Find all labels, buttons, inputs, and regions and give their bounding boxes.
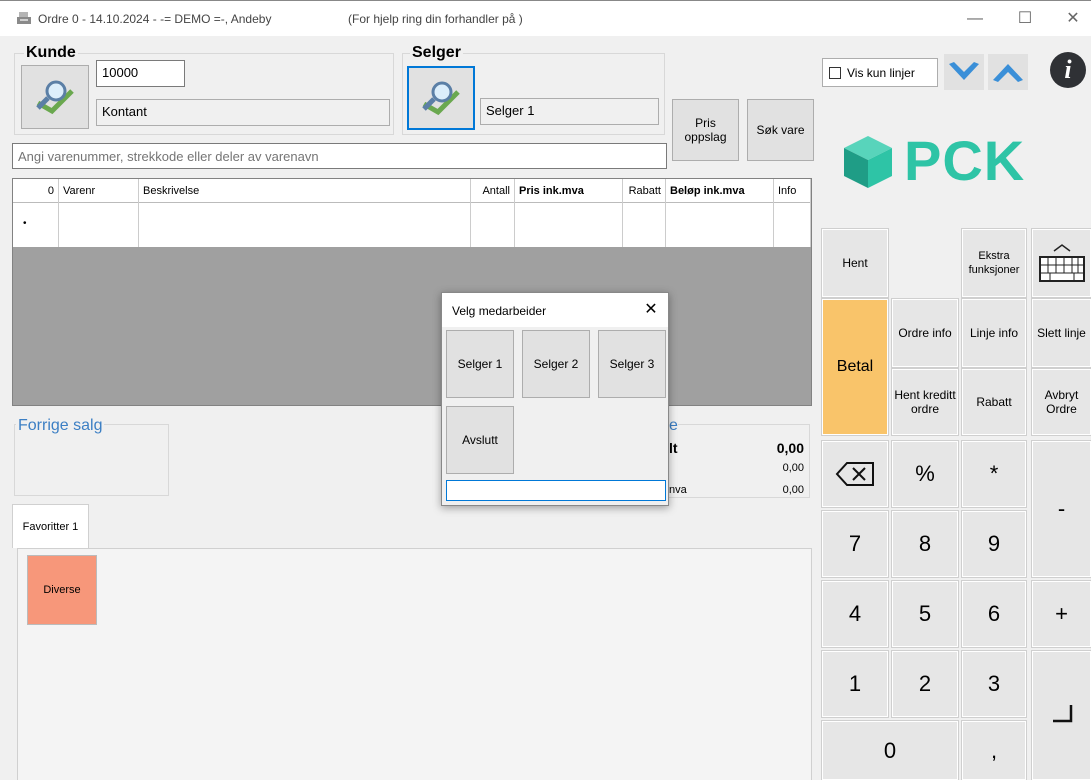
delete-line-button[interactable]: Slett linje (1031, 298, 1091, 368)
vat-label: nva (669, 484, 687, 496)
table-row[interactable]: • (13, 203, 811, 247)
minimize-button[interactable]: — (960, 7, 990, 31)
dialog-title: Velg medarbeider (452, 304, 547, 318)
seller-1-button[interactable]: Selger 1 (446, 330, 514, 398)
col-antall[interactable]: Antall (471, 179, 515, 203)
order-info-button[interactable]: Ordre info (891, 298, 959, 368)
seller-3-button[interactable]: Selger 3 (598, 330, 666, 398)
cancel-order-button[interactable]: Avbryt Ordre (1031, 368, 1091, 436)
customer-search-button[interactable] (21, 65, 89, 129)
col-belop[interactable]: Beløp ink.mva (666, 179, 774, 203)
grid-header: 0 Varenr Beskrivelse Antall Pris ink.mva… (13, 179, 811, 203)
price-lookup-button[interactable]: Pris oppslag (672, 99, 739, 161)
enter-key[interactable] (1031, 650, 1091, 780)
finish-button[interactable]: Avslutt (446, 406, 514, 474)
hent-button[interactable]: Hent (821, 228, 889, 298)
customer-name-field: Kontant (96, 99, 390, 126)
fetch-credit-order-button[interactable]: Hent kreditt ordre (891, 368, 959, 436)
digit-3-key[interactable]: 3 (961, 650, 1027, 718)
cell-info[interactable] (774, 203, 811, 247)
help-text: (For hjelp ring din forhandler på ) (348, 12, 523, 26)
brand-logo-text: PCK (904, 129, 1026, 192)
keyboard-icon (1038, 244, 1085, 282)
digit-8-key[interactable]: 8 (891, 510, 959, 578)
percent-key[interactable]: % (891, 440, 959, 508)
show-lines-only-checkbox[interactable]: Vis kun linjer (822, 58, 938, 87)
enter-icon (1052, 704, 1072, 722)
title-bar: Ordre 0 - 14.10.2024 - -= DEMO =-, Andeb… (0, 0, 1091, 36)
cell-pris[interactable] (515, 203, 623, 247)
show-lines-only-label: Vis kun linjer (847, 65, 915, 80)
customer-number-field[interactable]: 10000 (96, 60, 185, 87)
backspace-icon (835, 462, 874, 486)
magnifier-icon (422, 81, 460, 116)
cash-register-icon (17, 12, 31, 24)
checkbox-box[interactable] (829, 66, 841, 79)
col-index[interactable]: 0 (13, 179, 59, 203)
magnifier-icon (36, 80, 74, 115)
tab-favorites-1[interactable]: Favoritter 1 (12, 504, 89, 548)
minus-key[interactable]: - (1031, 440, 1091, 578)
digit-7-key[interactable]: 7 (821, 510, 889, 578)
chevron-up-icon (993, 64, 1023, 82)
item-search-input[interactable] (12, 143, 667, 169)
digit-0-key[interactable]: 0 (821, 720, 959, 780)
plus-key[interactable]: + (1031, 580, 1091, 648)
cell-varenr[interactable] (59, 203, 139, 247)
select-employee-dialog: Velg medarbeider ✕ Selger 1 Selger 2 Sel… (441, 292, 669, 506)
comma-key[interactable]: , (961, 720, 1027, 780)
col-rabatt[interactable]: Rabatt (623, 179, 666, 203)
customer-label: Kunde (24, 44, 78, 62)
col-pris[interactable]: Pris ink.mva (515, 179, 623, 203)
seller-label: Selger (410, 44, 463, 62)
dialog-close-button[interactable]: ✕ (640, 299, 662, 319)
col-varenr[interactable]: Varenr (59, 179, 139, 203)
line-info-button[interactable]: Linje info (961, 298, 1027, 368)
pay-button[interactable]: Betal (821, 298, 889, 436)
pck-cube-icon (844, 136, 892, 188)
backspace-button[interactable] (821, 440, 889, 508)
chevron-down-icon (949, 62, 979, 80)
seller-search-button[interactable] (407, 66, 475, 130)
digit-2-key[interactable]: 2 (891, 650, 959, 718)
digit-5-key[interactable]: 5 (891, 580, 959, 648)
scroll-down-button[interactable] (944, 54, 984, 90)
discount-button[interactable]: Rabatt (961, 368, 1027, 436)
subtotal-value: 0,00 (782, 462, 804, 474)
favorites-panel (17, 548, 812, 780)
seller-name-field: Selger 1 (480, 98, 659, 125)
keyboard-button[interactable] (1031, 228, 1091, 298)
cell-rabatt[interactable] (623, 203, 666, 247)
info-icon[interactable]: i (1050, 52, 1086, 88)
cell-antall[interactable] (471, 203, 515, 247)
vat-value: 0,00 (782, 484, 804, 496)
digit-9-key[interactable]: 9 (961, 510, 1027, 578)
previous-sale-label: Forrige salg (16, 417, 105, 435)
multiply-key[interactable]: * (961, 440, 1027, 508)
order-lines-grid: 0 Varenr Beskrivelse Antall Pris ink.mva… (12, 178, 812, 406)
cell-beskrivelse[interactable] (139, 203, 471, 247)
scroll-up-button[interactable] (988, 54, 1028, 90)
seller-2-button[interactable]: Selger 2 (522, 330, 590, 398)
col-info[interactable]: Info (774, 179, 811, 203)
total-value: 0,00 (776, 440, 804, 456)
dialog-input[interactable] (446, 480, 666, 501)
new-row-marker: • (13, 203, 59, 247)
window-title: Ordre 0 - 14.10.2024 - -= DEMO =-, Andeb… (38, 12, 272, 26)
col-beskrivelse[interactable]: Beskrivelse (139, 179, 471, 203)
close-button[interactable]: ✕ (1058, 7, 1088, 31)
search-item-button[interactable]: Søk vare (747, 99, 814, 161)
maximize-button[interactable]: ☐ (1010, 7, 1040, 31)
cell-belop[interactable] (666, 203, 774, 247)
digit-1-key[interactable]: 1 (821, 650, 889, 718)
digit-6-key[interactable]: 6 (961, 580, 1027, 648)
digit-4-key[interactable]: 4 (821, 580, 889, 648)
totals-label: e (669, 417, 678, 435)
total-label: lt (669, 440, 678, 456)
favorite-item-diverse[interactable]: Diverse (27, 555, 97, 625)
extra-functions-button[interactable]: Ekstra funksjoner (961, 228, 1027, 298)
